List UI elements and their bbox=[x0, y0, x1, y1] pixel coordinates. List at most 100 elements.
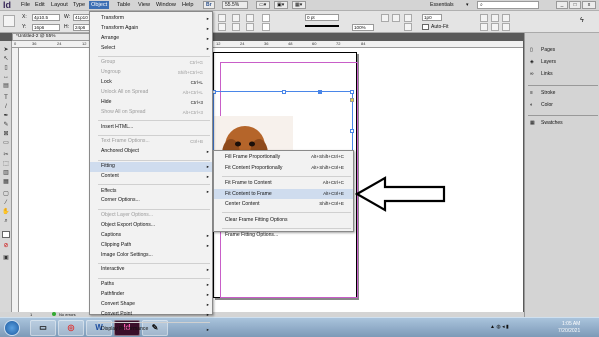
menu-table[interactable]: Table bbox=[116, 2, 131, 8]
menu-item-effects[interactable]: Effects ▸ bbox=[90, 187, 212, 197]
menu-item-display-performance[interactable]: Display Performance ▸ bbox=[90, 325, 212, 335]
panel-stroke[interactable]: ≡ Stroke bbox=[528, 88, 598, 99]
restore-button[interactable]: □ bbox=[569, 1, 581, 9]
menu-item-transform-again[interactable]: Transform Again ▸ bbox=[90, 24, 212, 34]
scissors-icon[interactable]: ✂ bbox=[2, 152, 10, 159]
panel-links[interactable]: ∞ Links bbox=[528, 69, 598, 80]
menu-item-lock[interactable]: Lock Ctrl+L bbox=[90, 78, 212, 88]
screen-mode-icon[interactable]: ▣▾ bbox=[274, 1, 288, 9]
drop-shadow-icon[interactable] bbox=[392, 14, 400, 22]
rectangle-tool-icon[interactable]: ▭ bbox=[2, 140, 10, 147]
menu-object[interactable]: Object bbox=[89, 1, 110, 9]
menu-item-corner-options[interactable]: Corner Options... bbox=[90, 196, 212, 206]
gutter-field[interactable]: 1p0 bbox=[422, 14, 442, 21]
align-center-icon[interactable] bbox=[491, 14, 499, 22]
stroke-weight-field[interactable]: 0 pt bbox=[305, 14, 339, 21]
menu-view[interactable]: View bbox=[137, 2, 151, 8]
menu-item-show-all-on-spread[interactable]: Show All on Spread Alt+Ctrl+3 bbox=[90, 108, 212, 118]
y-field[interactable]: 16p6 bbox=[32, 24, 60, 31]
menu-item-fill-frame-proportionally[interactable]: Fill Frame Proportionally Alt+Shift+Ctrl+… bbox=[214, 152, 353, 163]
menu-item-text-frame-options[interactable]: Text Frame Options... Ctrl+B bbox=[90, 137, 212, 147]
content-collector-icon[interactable]: ▤ bbox=[2, 83, 10, 90]
distribute-left-icon[interactable] bbox=[480, 23, 488, 31]
menu-item-transform[interactable]: Transform ▸ bbox=[90, 14, 212, 24]
menu-item-fit-content-to-frame[interactable]: Fit Content to Frame Alt+Ctrl+E bbox=[214, 188, 353, 199]
note-tool-icon[interactable]: ▢ bbox=[2, 191, 10, 198]
menu-item-object-export-options[interactable]: Object Export Options... bbox=[90, 221, 212, 231]
opacity-field[interactable]: 100% bbox=[352, 24, 374, 31]
select-content-icon[interactable] bbox=[246, 23, 254, 31]
frame-handle[interactable] bbox=[318, 90, 322, 94]
reference-point-icon[interactable] bbox=[3, 15, 15, 27]
menu-file[interactable]: File bbox=[20, 2, 31, 8]
x-field[interactable]: 4p10.5 bbox=[32, 14, 60, 21]
apply-none-icon[interactable]: ⊘ bbox=[2, 243, 10, 250]
panel-pages[interactable]: ▯ Pages bbox=[528, 45, 598, 56]
menu-window[interactable]: Window bbox=[155, 2, 177, 8]
autofit-checkbox[interactable] bbox=[422, 24, 429, 30]
frame-handle[interactable] bbox=[350, 129, 354, 133]
select-container-icon[interactable] bbox=[246, 14, 254, 22]
chrome-taskbar-icon[interactable]: ◎ bbox=[58, 320, 84, 336]
menu-item-anchored-object[interactable]: Anchored Object ▸ bbox=[90, 147, 212, 157]
screen-mode-tool-icon[interactable]: ▣ bbox=[2, 255, 10, 262]
fill-stroke-icon[interactable] bbox=[2, 231, 10, 238]
type-tool-icon[interactable]: T bbox=[2, 95, 10, 102]
close-button[interactable]: x bbox=[582, 1, 596, 9]
page-tool-icon[interactable]: ▯ bbox=[2, 65, 10, 72]
line-tool-icon[interactable]: / bbox=[2, 104, 10, 111]
menu-item-interactive[interactable]: Interactive ▸ bbox=[90, 265, 212, 275]
panel-color[interactable]: ◐ Color bbox=[528, 100, 598, 111]
flip-vertical-icon[interactable] bbox=[232, 23, 240, 31]
menu-item-object-layer-options[interactable]: Object Layer Options... bbox=[90, 211, 212, 221]
stroke-swatch-icon[interactable] bbox=[262, 23, 270, 31]
menu-item-group[interactable]: Group Ctrl+G bbox=[90, 58, 212, 68]
gradient-feather-icon[interactable]: ▦ bbox=[2, 179, 10, 186]
free-transform-icon[interactable]: ⬚ bbox=[2, 161, 10, 168]
clock-date[interactable]: 7/20/2021 bbox=[558, 328, 580, 334]
start-orb-icon[interactable] bbox=[4, 320, 20, 336]
menu-item-hide[interactable]: Hide Ctrl+3 bbox=[90, 98, 212, 108]
selection-tool-icon[interactable]: ➤ bbox=[2, 47, 10, 54]
view-options-icon[interactable]: ▭▾ bbox=[256, 1, 270, 9]
arrange-docs-icon[interactable]: ▦▾ bbox=[292, 1, 306, 9]
gradient-swatch-icon[interactable]: ▥ bbox=[2, 170, 10, 177]
tray-icons[interactable]: ▲ ◍ ◂ ▮ bbox=[490, 324, 509, 330]
stroke-type-line[interactable] bbox=[305, 25, 339, 27]
fill-swatch-icon[interactable] bbox=[262, 14, 270, 22]
frame-handle[interactable] bbox=[282, 90, 286, 94]
menu-item-content[interactable]: Content ▸ bbox=[90, 172, 212, 182]
lightning-icon[interactable]: ϟ bbox=[580, 17, 584, 24]
clock-time[interactable]: 1:05 AM bbox=[562, 321, 580, 327]
menu-item-image-color-settings[interactable]: Image Color Settings... bbox=[90, 251, 212, 261]
menu-item-insert-html[interactable]: Insert HTML... bbox=[90, 123, 212, 133]
distribute-center-icon[interactable] bbox=[491, 23, 499, 31]
align-left-icon[interactable] bbox=[480, 14, 488, 22]
fit-content-icon[interactable] bbox=[404, 14, 412, 22]
pen-tool-icon[interactable]: ✒ bbox=[2, 113, 10, 120]
menu-item-convert-point[interactable]: Convert Point ▸ bbox=[90, 310, 212, 320]
zoom-tool-icon[interactable]: ⌕ bbox=[2, 218, 10, 225]
menu-edit[interactable]: Edit bbox=[34, 2, 46, 8]
menu-item-fit-content-proportionally[interactable]: Fit Content Proportionally Alt+Shift+Ctrl… bbox=[214, 163, 353, 174]
fit-frame-icon[interactable] bbox=[404, 23, 412, 31]
menu-item-select[interactable]: Select ▸ bbox=[90, 44, 212, 54]
menu-item-fit-frame-to-content[interactable]: Fit Frame to Content Alt+Ctrl+C bbox=[214, 178, 353, 189]
menu-item-frame-fitting-options[interactable]: Frame Fitting Options... bbox=[214, 230, 353, 241]
menu-item-paths[interactable]: Paths ▸ bbox=[90, 280, 212, 290]
bridge-button[interactable]: Br bbox=[203, 1, 215, 9]
hand-tool-icon[interactable]: ✋ bbox=[2, 209, 10, 216]
distribute-right-icon[interactable] bbox=[502, 23, 510, 31]
chevron-down-icon[interactable]: ▾ bbox=[466, 2, 469, 8]
menu-item-clipping-path[interactable]: Clipping Path ▸ bbox=[90, 241, 212, 251]
pencil-tool-icon[interactable]: ✎ bbox=[2, 122, 10, 129]
panel-layers[interactable]: ◈ Layers bbox=[528, 57, 598, 68]
workspace-switcher[interactable]: Essentials bbox=[430, 2, 454, 8]
eyedropper-icon[interactable]: ⁄ bbox=[2, 200, 10, 207]
menu-item-convert-shape[interactable]: Convert Shape ▸ bbox=[90, 300, 212, 310]
menu-type[interactable]: Type bbox=[72, 2, 86, 8]
rectangle-frame-icon[interactable]: ⊠ bbox=[2, 131, 10, 138]
menu-item-clear-frame-fitting-options[interactable]: Clear Frame Fitting Options bbox=[214, 215, 353, 226]
frame-handle[interactable] bbox=[350, 90, 354, 94]
rotate-icon[interactable] bbox=[218, 14, 226, 22]
